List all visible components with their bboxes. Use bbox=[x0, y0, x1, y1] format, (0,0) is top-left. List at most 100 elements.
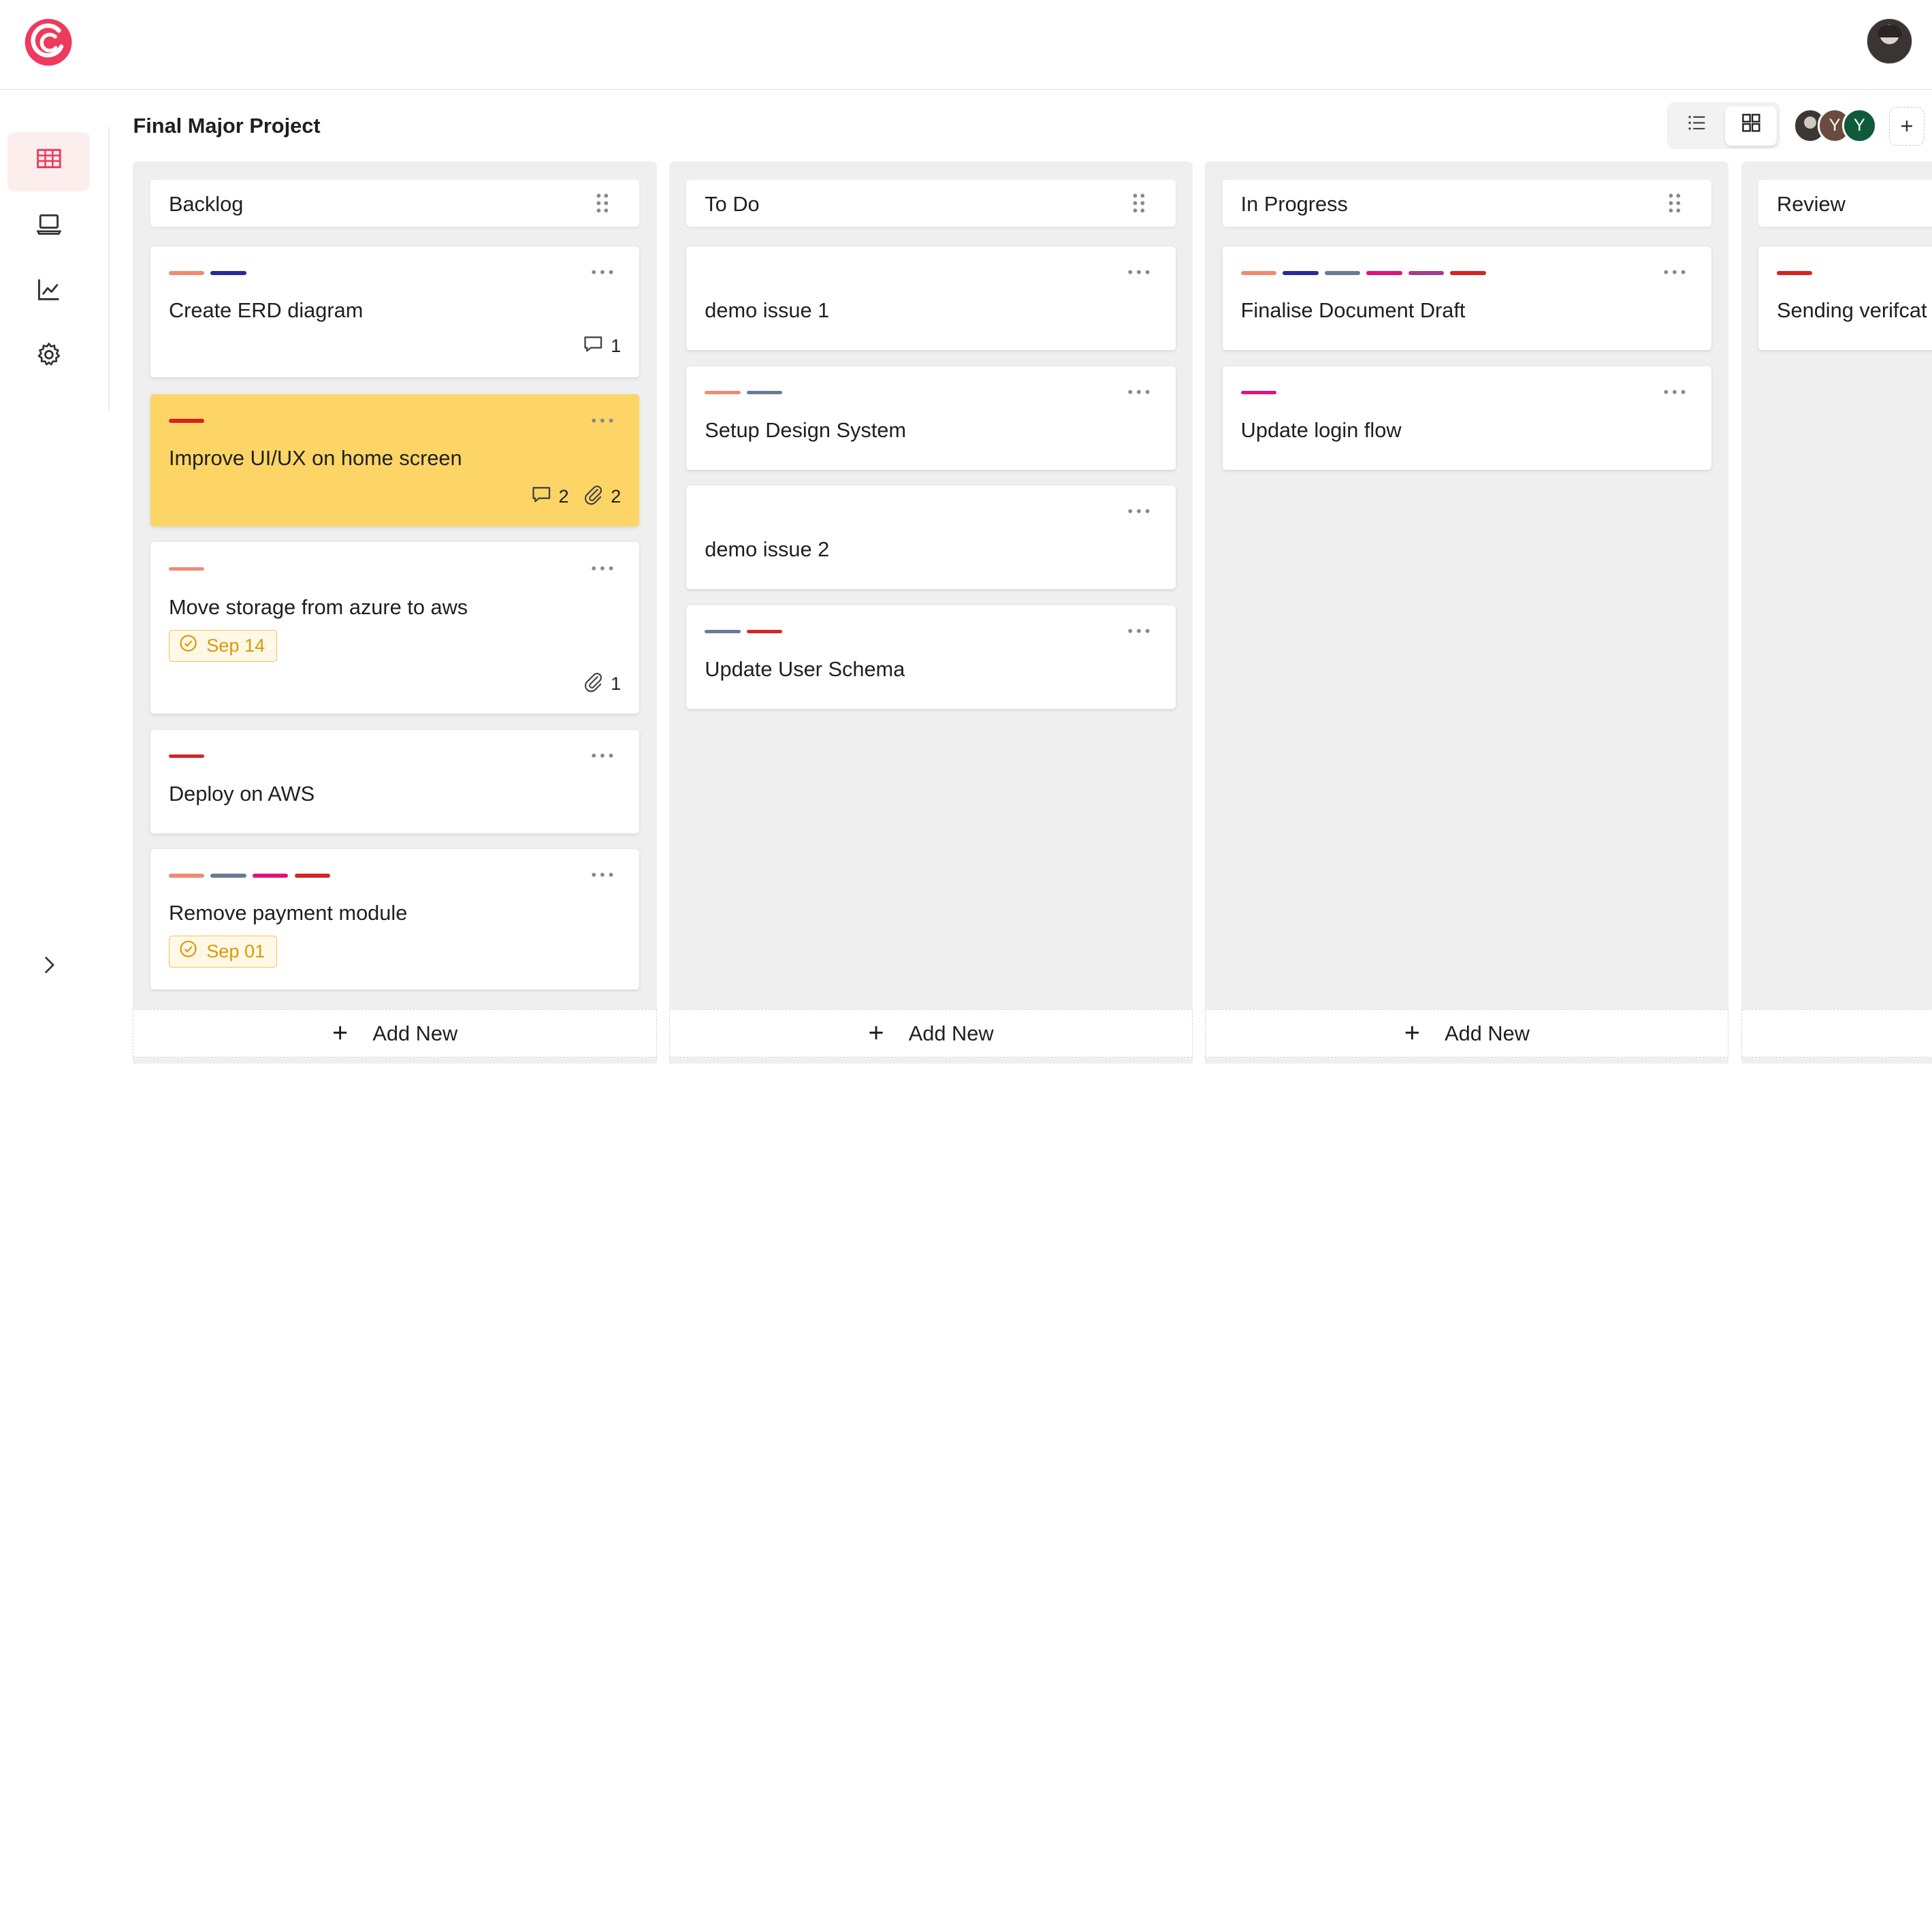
due-date-badge[interactable]: Sep 01 bbox=[168, 935, 277, 968]
column-title: Review bbox=[1776, 192, 1846, 217]
more-options-icon[interactable] bbox=[1125, 622, 1153, 639]
comment-icon bbox=[582, 333, 605, 360]
top-bar bbox=[0, 0, 1932, 91]
more-options-icon[interactable] bbox=[1661, 383, 1688, 400]
label-bar bbox=[746, 390, 783, 395]
label-bar bbox=[168, 754, 205, 759]
card-title: Sending verifcat bbox=[1776, 298, 1927, 322]
attachment-count: 2 bbox=[611, 486, 622, 507]
add-new-label: Add New bbox=[372, 1021, 458, 1045]
task-card[interactable]: Setup Design System bbox=[686, 366, 1176, 470]
column-header: To Do bbox=[686, 180, 1176, 227]
task-card[interactable]: Sending verifcat bbox=[1758, 246, 1932, 351]
page-title: Final Major Project bbox=[133, 113, 321, 138]
add-member-button[interactable]: + bbox=[1888, 107, 1925, 146]
comment-count: 1 bbox=[611, 335, 622, 357]
add-new-card-button[interactable]: + Add New bbox=[1205, 1009, 1729, 1057]
column-review: Review Sending verifcat bbox=[1741, 161, 1932, 1064]
list-icon bbox=[1686, 112, 1707, 139]
card-labels bbox=[168, 567, 205, 572]
drag-handle-icon[interactable] bbox=[595, 192, 610, 214]
column-header: Review bbox=[1758, 180, 1932, 227]
add-new-label: Add New bbox=[1445, 1021, 1530, 1045]
more-options-icon[interactable] bbox=[589, 747, 616, 764]
sidebar-item-board[interactable] bbox=[7, 131, 91, 191]
more-options-icon[interactable] bbox=[589, 560, 616, 577]
label-bar bbox=[210, 271, 246, 275]
label-bar bbox=[1240, 271, 1277, 275]
label-bar bbox=[1283, 271, 1319, 275]
card-title: Update login flow bbox=[1240, 417, 1402, 442]
board-view-button[interactable] bbox=[1724, 106, 1777, 146]
sidebar-expand-button[interactable] bbox=[35, 953, 64, 982]
chevron-right-icon bbox=[37, 953, 61, 983]
card-labels bbox=[705, 390, 783, 396]
plus-icon: + bbox=[1404, 1017, 1420, 1048]
more-options-icon[interactable] bbox=[1125, 383, 1153, 400]
task-card[interactable]: Update User Schema bbox=[686, 605, 1176, 709]
add-new-card-button[interactable]: + Add New bbox=[133, 1009, 657, 1057]
sidebar-divider bbox=[108, 127, 110, 411]
sidebar-item-devices[interactable] bbox=[7, 197, 90, 257]
label-bar bbox=[1776, 271, 1813, 275]
label-bar bbox=[1324, 271, 1361, 275]
label-bar bbox=[168, 874, 205, 878]
view-toggle bbox=[1667, 102, 1781, 149]
label-bar bbox=[746, 629, 783, 634]
label-bar bbox=[705, 629, 741, 634]
more-options-icon[interactable] bbox=[1125, 264, 1153, 281]
more-options-icon[interactable] bbox=[1125, 503, 1153, 520]
member-avatar[interactable]: Y bbox=[1841, 108, 1877, 143]
card-labels bbox=[168, 271, 246, 276]
plus-icon: + bbox=[868, 1017, 884, 1048]
sidebar-item-analytics[interactable] bbox=[7, 263, 90, 322]
card-meta: 1 bbox=[582, 333, 621, 360]
column-title: To Do bbox=[705, 192, 760, 217]
app-logo[interactable] bbox=[23, 17, 74, 67]
card-title: Update User Schema bbox=[705, 656, 905, 681]
card-labels bbox=[168, 419, 205, 424]
more-options-icon[interactable] bbox=[589, 412, 616, 429]
drag-handle-icon[interactable] bbox=[1131, 192, 1146, 214]
more-options-icon[interactable] bbox=[1661, 264, 1688, 281]
card-title: Move storage from azure to aws bbox=[168, 595, 468, 620]
list-view-button[interactable] bbox=[1671, 106, 1722, 146]
comment-icon bbox=[530, 483, 553, 511]
task-card[interactable]: Create ERD diagram 1 bbox=[150, 246, 640, 377]
app-window: Final Major Project Y Y + Backlog Create… bbox=[0, 0, 1932, 1064]
label-bar bbox=[1240, 390, 1277, 395]
task-card[interactable]: demo issue 1 bbox=[686, 246, 1176, 351]
sidebar bbox=[0, 90, 110, 1064]
add-new-card-button[interactable]: + Add New bbox=[669, 1009, 1193, 1057]
user-avatar[interactable] bbox=[1867, 18, 1913, 65]
label-bar bbox=[294, 874, 331, 878]
card-title: Remove payment module bbox=[168, 901, 408, 925]
task-card[interactable]: Deploy on AWS bbox=[150, 729, 640, 833]
label-bar bbox=[168, 567, 205, 571]
card-labels bbox=[168, 874, 331, 878]
due-date-badge[interactable]: Sep 14 bbox=[168, 629, 277, 662]
table-icon bbox=[35, 145, 63, 178]
task-card[interactable]: Update login flow bbox=[1222, 366, 1712, 470]
task-card[interactable]: demo issue 2 bbox=[686, 486, 1176, 590]
comment-count: 2 bbox=[558, 486, 569, 507]
paperclip-icon bbox=[582, 671, 605, 698]
task-card[interactable]: Move storage from azure to aws Sep 14 1 bbox=[150, 542, 640, 714]
plus-icon: + bbox=[332, 1017, 349, 1048]
more-options-icon[interactable] bbox=[589, 866, 616, 883]
task-card[interactable]: Remove payment module Sep 01 bbox=[150, 849, 640, 990]
task-card[interactable]: Improve UI/UX on home screen 2 2 bbox=[150, 394, 640, 526]
add-new-card-button[interactable] bbox=[1741, 1009, 1932, 1057]
column-title: In Progress bbox=[1240, 192, 1348, 217]
label-bar bbox=[1450, 271, 1486, 275]
grid-icon bbox=[1741, 112, 1762, 139]
label-bar bbox=[705, 390, 741, 395]
task-card[interactable]: Finalise Document Draft bbox=[1222, 246, 1712, 351]
sidebar-item-settings[interactable] bbox=[7, 328, 90, 387]
drag-handle-icon[interactable] bbox=[1667, 192, 1682, 214]
card-labels bbox=[1240, 390, 1277, 396]
card-title: Improve UI/UX on home screen bbox=[168, 446, 462, 471]
more-options-icon[interactable] bbox=[589, 264, 616, 281]
laptop-icon bbox=[35, 210, 63, 243]
card-labels bbox=[705, 629, 783, 635]
